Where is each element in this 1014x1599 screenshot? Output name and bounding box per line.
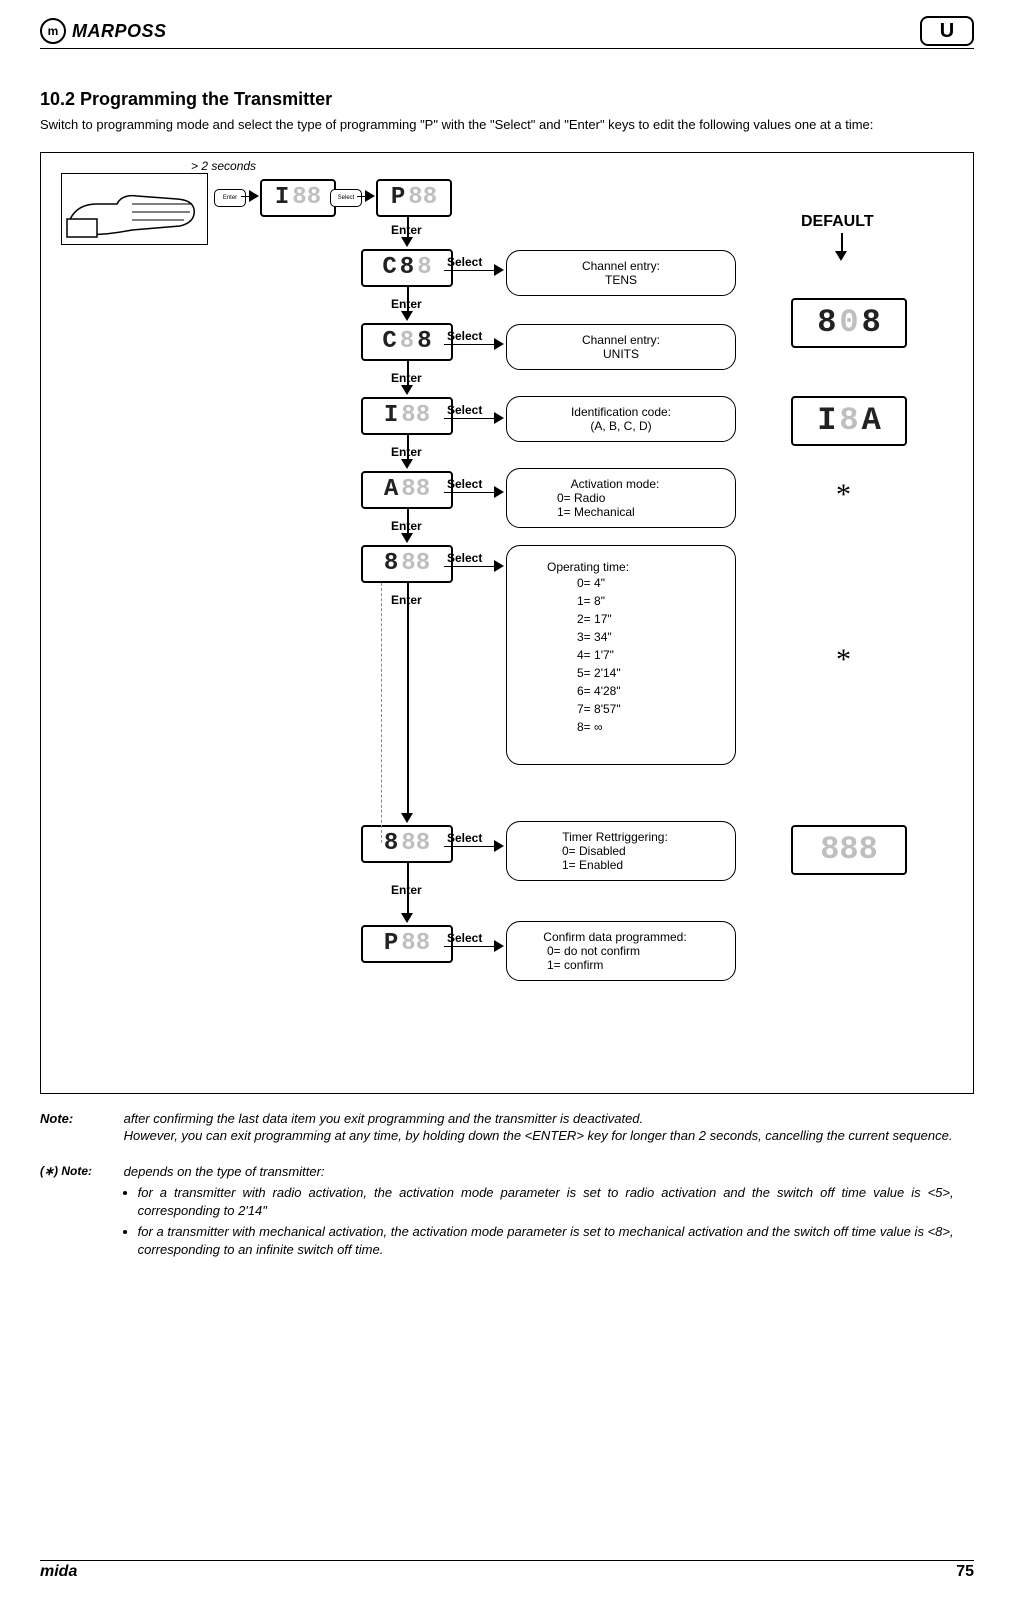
programming-diagram: > 2 seconds Enter I88 Select P88 DEFAULT xyxy=(40,152,974,1094)
select-button-small[interactable]: Select xyxy=(330,189,362,207)
note-label: Note: xyxy=(40,1110,120,1128)
display-step-I: I88 xyxy=(260,179,336,217)
enter-label-4: Enter xyxy=(391,445,422,459)
display-activation: A88 xyxy=(361,471,453,509)
box-confirm: Confirm data programmed: 0= do not confi… xyxy=(506,921,736,981)
note-star-label: (∗) Note: xyxy=(40,1163,120,1179)
enter-label-5: Enter xyxy=(391,519,422,533)
box-activation: Activation mode: 0= Radio 1= Mechanical xyxy=(506,468,736,528)
hold-hint: > 2 seconds xyxy=(191,159,256,173)
select-label-2: Select xyxy=(447,329,482,343)
page-header: m MARPOSS U xyxy=(40,16,974,49)
star-note-2: * xyxy=(836,643,851,677)
logo-icon: m xyxy=(40,18,66,44)
box-operating-time: Operating time: 0= 4" 1= 8" 2= 17" 3= 34… xyxy=(506,545,736,765)
brand-name: MARPOSS xyxy=(72,21,167,42)
enter-label-6: Enter xyxy=(391,593,422,607)
display-optime: 888 xyxy=(361,545,453,583)
box-channel-tens: Channel entry:TENS xyxy=(506,250,736,296)
select-label-6: Select xyxy=(447,831,482,845)
brand-block: m MARPOSS xyxy=(40,18,167,44)
enter-label-3: Enter xyxy=(391,371,422,385)
display-units: C88 xyxy=(361,323,453,361)
select-label-1: Select xyxy=(447,255,482,269)
enter-label-1: Enter xyxy=(391,223,422,237)
enter-label-7: Enter xyxy=(391,883,422,897)
display-tens: C88 xyxy=(361,249,453,287)
section-title: 10.2 Programming the Transmitter xyxy=(40,89,974,110)
select-label-3: Select xyxy=(447,403,482,417)
box-id-code: Identification code:(A, B, C, D) xyxy=(506,396,736,442)
display-id: I88 xyxy=(361,397,453,435)
select-label-7: Select xyxy=(447,931,482,945)
note-bullet-mechanical: for a transmitter with mechanical activa… xyxy=(138,1223,954,1258)
default-label: DEFAULT xyxy=(801,213,874,231)
footer-product: mida xyxy=(40,1563,77,1581)
display-confirm: P88 xyxy=(361,925,453,963)
page-footer: mida 75 xyxy=(40,1560,974,1581)
select-label-4: Select xyxy=(447,477,482,491)
display-default-channel: 808 xyxy=(791,298,907,348)
enter-label-2: Enter xyxy=(391,297,422,311)
hand-icon xyxy=(61,173,208,245)
star-note-1: * xyxy=(836,478,851,512)
select-label-5: Select xyxy=(447,551,482,565)
display-step-P: P88 xyxy=(376,179,452,217)
display-default-id: I8A xyxy=(791,396,907,446)
box-timer: Timer Rettriggering: 0= Disabled 1= Enab… xyxy=(506,821,736,881)
doc-badge: U xyxy=(920,16,974,46)
notes-block: Note: after confirming the last data ite… xyxy=(40,1110,974,1263)
page-number: 75 xyxy=(956,1563,974,1581)
section-intro: Switch to programming mode and select th… xyxy=(40,116,974,134)
box-channel-units: Channel entry:UNITS xyxy=(506,324,736,370)
display-default-timer: 888 xyxy=(791,825,907,875)
enter-button-small[interactable]: Enter xyxy=(214,189,246,207)
display-timer: 888 xyxy=(361,825,453,863)
note-bullet-radio: for a transmitter with radio activation,… xyxy=(138,1184,954,1219)
